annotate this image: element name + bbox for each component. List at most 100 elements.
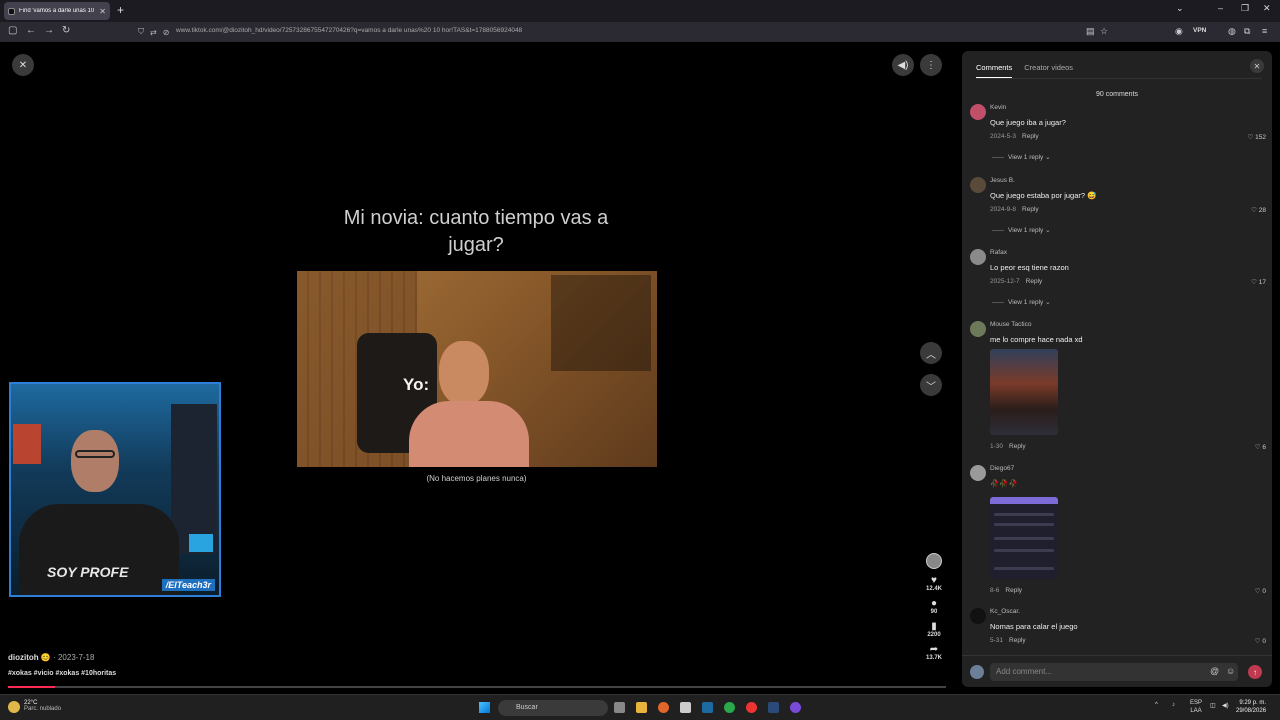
webcam-overlay: SOY PROFE /ElTeach3r [9, 382, 221, 597]
mention-icon[interactable]: @ [1210, 666, 1219, 676]
minimize-button[interactable]: – [1218, 3, 1223, 13]
more-options-button[interactable]: ⋮ [920, 54, 942, 76]
avatar[interactable] [970, 608, 986, 624]
comment-image[interactable] [990, 349, 1058, 435]
comment-input[interactable]: Add comment... [990, 663, 1238, 681]
video-author-line: diozitoh 😊 · 2023-7-18 [8, 653, 95, 662]
firefox-icon[interactable] [658, 702, 669, 713]
windows-start-icon[interactable] [479, 702, 490, 713]
comment-author[interactable]: Rafax [990, 249, 1007, 256]
screenshot-icon[interactable]: ◉ [1175, 26, 1183, 37]
weather-condition: Parc. nublado [24, 706, 62, 712]
emoji-icon[interactable]: ☺ [1226, 666, 1235, 676]
author-name[interactable]: diozitoh [8, 653, 39, 662]
volume-button[interactable]: ◀) [892, 54, 914, 76]
bookmark-icon[interactable]: ▮ [921, 621, 947, 632]
file-explorer-icon[interactable] [636, 702, 647, 713]
reply-button[interactable]: Reply [1009, 443, 1026, 450]
network-icon[interactable]: ◫ [1210, 702, 1216, 709]
view-replies-button[interactable]: View 1 reply ⌄ [992, 298, 1051, 306]
avatar[interactable] [970, 177, 986, 193]
taskbar-search[interactable]: Buscar [498, 700, 608, 716]
maximize-button[interactable]: ❐ [1241, 3, 1249, 14]
sidebar-toggle-icon[interactable]: ▢ [8, 25, 17, 36]
next-video-button[interactable]: ﹀ [920, 374, 942, 396]
comment-like[interactable]: ♡ 17 [1251, 278, 1266, 286]
comment-author[interactable]: Diego67 [990, 465, 1014, 472]
tray-mic-icon[interactable]: ♪ [1172, 702, 1175, 708]
share-icon[interactable]: ➦ [921, 644, 947, 655]
video-date: 2023-7-18 [57, 653, 95, 662]
system-clock[interactable]: 9:29 p. m. 29/08/2026 [1236, 699, 1266, 715]
comment-like[interactable]: ♡ 152 [1248, 133, 1267, 141]
tab-comments[interactable]: Comments [976, 63, 1013, 79]
comment-action[interactable]: ● 90 [921, 598, 947, 615]
comment-like[interactable]: ♡ 0 [1255, 587, 1266, 595]
discord-icon[interactable] [790, 702, 801, 713]
back-button[interactable]: ← [26, 25, 36, 36]
vpn-button[interactable]: VPN [1193, 27, 1206, 34]
close-panel-button[interactable]: ✕ [1250, 59, 1264, 73]
send-button[interactable]: ↑ [1248, 665, 1262, 679]
avatar[interactable] [970, 104, 986, 120]
steam-alt-icon[interactable] [768, 702, 779, 713]
comment-author[interactable]: Kevin [990, 104, 1006, 111]
address-bar[interactable]: ⛉ ⇄ ⊘ www.tiktok.com/@diozitoh_hd/video/… [132, 24, 1112, 40]
extensions-icon[interactable]: ⧉ [1244, 26, 1250, 37]
reply-button[interactable]: Reply [1022, 206, 1039, 213]
comment-image[interactable] [990, 497, 1058, 579]
comment-like[interactable]: ♡ 0 [1255, 637, 1266, 645]
close-tab-icon[interactable]: ✕ [99, 7, 106, 16]
comments-panel: Comments Creator videos ✕ 90 comments Ke… [962, 51, 1272, 687]
account-icon[interactable]: ◍ [1228, 26, 1236, 37]
heart-icon[interactable]: ♥ [921, 575, 947, 586]
previous-video-button[interactable]: ︿ [920, 342, 942, 364]
comment-author[interactable]: Jesus B. [990, 177, 1015, 184]
share-action[interactable]: ➦ 13.7K [921, 644, 947, 661]
tab-list-icon[interactable]: ⌄ [1176, 3, 1184, 14]
reply-button[interactable]: Reply [1005, 587, 1022, 594]
comment-author[interactable]: Kc_Oscar. [990, 608, 1020, 615]
chrome-icon[interactable] [724, 702, 735, 713]
permissions-icon[interactable]: ⇄ [150, 28, 157, 37]
comment-author[interactable]: Mouse Tactico [990, 321, 1031, 328]
video-player[interactable]: ✕ ◀) ⋮ Mi novia: cuanto tiempo vas a jug… [0, 42, 956, 694]
camera-blocked-icon[interactable]: ⊘ [163, 28, 170, 37]
like-action[interactable]: ♥ 12.4K [921, 575, 947, 592]
reply-button[interactable]: Reply [1022, 133, 1039, 140]
close-video-button[interactable]: ✕ [12, 54, 34, 76]
new-tab-button[interactable]: + [117, 3, 124, 17]
reader-view-icon[interactable]: ▤ [1086, 26, 1095, 37]
bookmark-action[interactable]: ▮ 2200 [921, 621, 947, 638]
menu-icon[interactable]: ≡ [1262, 26, 1267, 36]
comment-like[interactable]: ♡ 28 [1251, 206, 1266, 214]
avatar[interactable] [970, 249, 986, 265]
avatar[interactable] [970, 465, 986, 481]
browser-tab[interactable]: Find 'vamos a darle unas 10 ho ✕ [4, 2, 110, 20]
like-count: 0 [1262, 638, 1266, 645]
task-view-icon[interactable] [614, 702, 625, 713]
creator-avatar[interactable] [926, 553, 942, 569]
app-icon[interactable] [746, 702, 757, 713]
reload-button[interactable]: ↻ [62, 25, 70, 36]
avatar[interactable] [970, 321, 986, 337]
video-progress-bar[interactable] [8, 686, 946, 688]
steam-icon[interactable] [702, 702, 713, 713]
view-replies-button[interactable]: View 1 reply ⌄ [992, 226, 1051, 234]
forward-button[interactable]: → [44, 25, 54, 36]
bookmark-star-icon[interactable]: ☆ [1100, 26, 1108, 37]
url-text[interactable]: www.tiktok.com/@diozitoh_hd/video/725732… [176, 27, 522, 34]
store-icon[interactable] [680, 702, 691, 713]
reply-button[interactable]: Reply [1009, 637, 1026, 644]
language-indicator[interactable]: ESP LAA [1190, 699, 1202, 715]
weather-widget[interactable]: 22°C Parc. nublado [8, 700, 61, 713]
view-replies-button[interactable]: View 1 reply ⌄ [992, 153, 1051, 161]
comment-like[interactable]: ♡ 6 [1255, 443, 1266, 451]
tray-chevron-icon[interactable]: ^ [1155, 702, 1158, 708]
comment-icon[interactable]: ● [921, 598, 947, 609]
volume-icon[interactable]: ◀) [1222, 702, 1229, 709]
close-window-button[interactable]: ✕ [1263, 3, 1271, 14]
tab-creator-videos[interactable]: Creator videos [1024, 63, 1073, 79]
reply-button[interactable]: Reply [1026, 278, 1043, 285]
video-hashtags[interactable]: #xokas #vicio #xokas #10horitas [8, 670, 116, 677]
